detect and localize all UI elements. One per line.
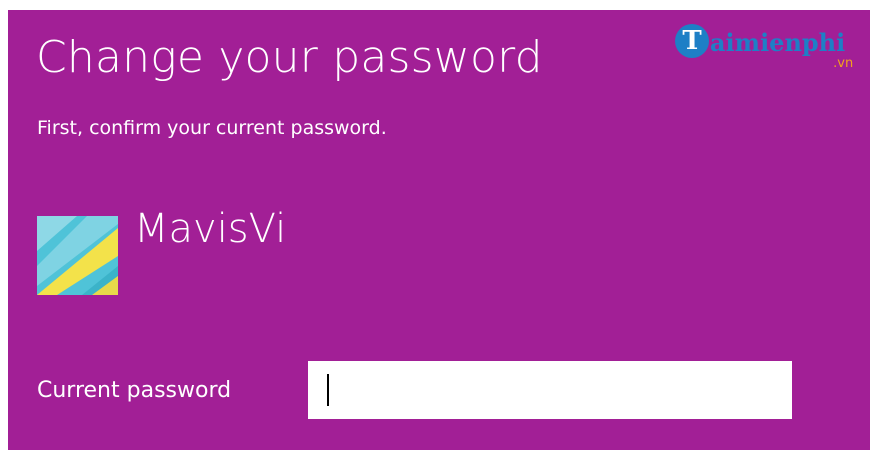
current-password-input[interactable] [308,361,792,419]
watermark-initial: T [675,24,709,58]
current-password-label: Current password [37,378,232,403]
watermark-brand: aimienphi [710,28,846,57]
avatar [37,216,118,295]
page-title: Change your password [36,32,543,83]
watermark-domain: .vn [833,56,854,71]
change-password-panel: Change your password First, confirm your… [8,10,870,450]
taimienphi-watermark-logo: T aimienphi .vn [675,20,853,71]
page-subtitle: First, confirm your current password. [37,117,387,139]
text-caret [327,374,329,406]
account-username: MavisVi [134,206,287,252]
avatar-image-icon [37,216,118,295]
